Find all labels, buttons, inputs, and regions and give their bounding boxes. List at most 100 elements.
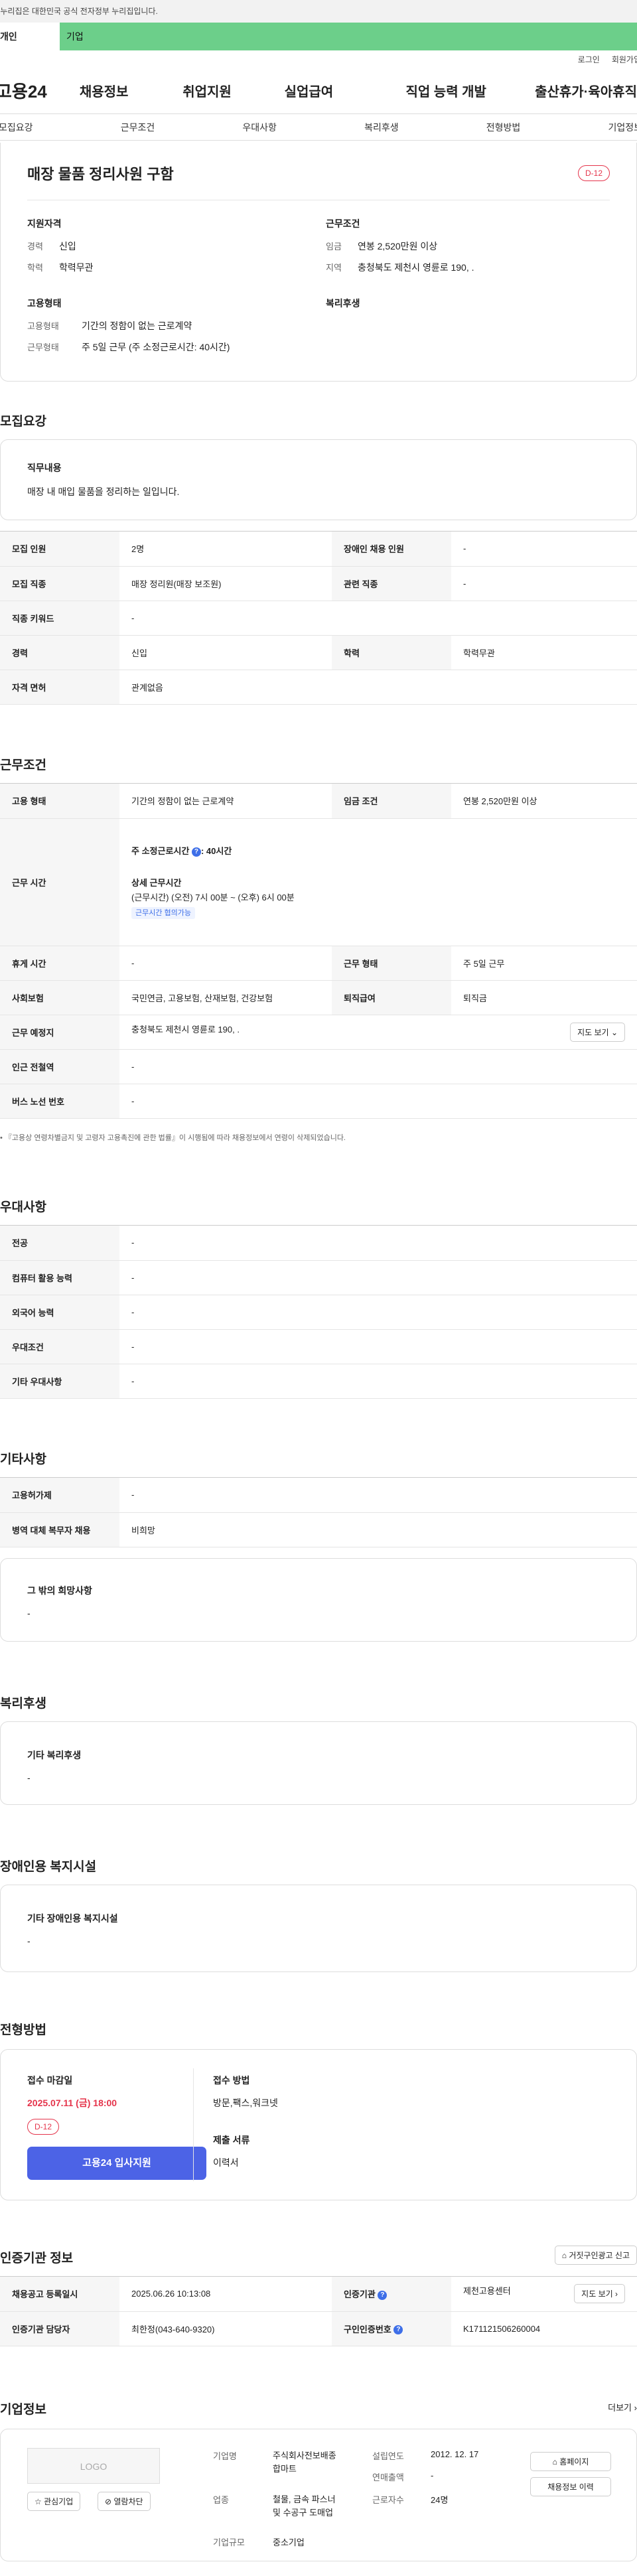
org-map-button[interactable]: 지도 보기 › xyxy=(574,2284,625,2304)
bullet-icon: • xyxy=(0,1134,5,1142)
cell-key: 채용공고 등록일시 xyxy=(0,2277,119,2312)
tab-company[interactable]: 기업 xyxy=(60,23,637,50)
founded-key: 설립연도 xyxy=(372,2451,404,2461)
chevron-down-icon: ⌄ xyxy=(610,1027,618,1037)
org-value: 제천고용센터 xyxy=(463,2286,511,2297)
cell-key: 휴게 시간 xyxy=(0,946,119,981)
org-cell: 제천고용센터 지도 보기 › xyxy=(451,2277,637,2312)
recruit-table: 모집 인원 2명 장애인 채용 인원 - 모집 직종 매장 정리원(매장 보조원) 관련 … xyxy=(0,531,637,705)
hours-cell: 주 소정근로시간 ?: 40시간 상세 근무시간 (근무시간) (오전) 7시 … xyxy=(119,818,637,946)
login-link[interactable]: 로그인 xyxy=(578,54,600,65)
gnb-parental-leave[interactable]: 출산휴가·육아휴직 xyxy=(535,81,637,100)
industry-value: 철물, 금속 파스너 및 수공구 도매업 xyxy=(273,2493,336,2520)
welfare-value: - xyxy=(27,1772,31,1783)
worktype-row: 근무형태 주 5일 근무 (주 소정근로시간: 40시간) xyxy=(27,340,306,354)
company-name-key: 기업명 xyxy=(213,2451,237,2461)
employment-label: 고용형태 xyxy=(27,298,62,309)
more-link-label: 더보기 xyxy=(608,2403,632,2413)
cell-value: - xyxy=(451,566,637,601)
signup-link[interactable]: 회원가입 xyxy=(612,54,637,65)
tab-personal[interactable]: 개인 xyxy=(0,23,60,50)
question-icon[interactable]: ? xyxy=(378,2290,388,2300)
question-icon[interactable]: ? xyxy=(191,847,201,857)
sales-key: 연매출액 xyxy=(372,2472,404,2482)
cell-value: 최한정(043-640-9320) xyxy=(119,2311,332,2346)
favorite-label: 관심기업 xyxy=(44,2497,74,2506)
report-button-label: 거짓구인광고 신고 xyxy=(569,2251,630,2260)
table-row: 우대조건 - xyxy=(0,1329,637,1364)
cell-value: - xyxy=(119,1364,637,1399)
cell-key: 모집 직종 xyxy=(0,566,119,601)
table-row: 인근 전철역 - xyxy=(0,1049,637,1084)
gnb-jobs[interactable]: 채용정보 xyxy=(80,81,182,100)
org-map-label: 지도 보기 xyxy=(581,2289,613,2299)
company-name-line2: 합마트 xyxy=(273,2464,297,2474)
company-logo-text: LOGO xyxy=(80,2461,107,2472)
top-tabs: 개인 기업 xyxy=(0,23,637,50)
subnav-recruit[interactable]: 모집요강 xyxy=(0,121,33,134)
subnav-welfare[interactable]: 복리후생 xyxy=(364,121,399,134)
company-name-value: 주식회사전보배종합마트 xyxy=(273,2449,336,2476)
map-button[interactable]: 지도 보기 ⌄ xyxy=(570,1022,625,1042)
disabled-heading: 장애인용 복지시설 xyxy=(0,1860,97,1874)
subnav-work[interactable]: 근무조건 xyxy=(121,121,155,134)
sales-value: - xyxy=(431,2470,434,2480)
subnav-pref[interactable]: 우대사항 xyxy=(242,121,277,134)
more-link[interactable]: 더보기 › xyxy=(608,2401,637,2413)
cell-key: 기타 우대사항 xyxy=(0,1364,119,1399)
report-button[interactable]: ⌂ 거짓구인광고 신고 xyxy=(554,2246,637,2265)
cell-key: 관련 직종 xyxy=(332,566,451,601)
cell-key: 근무 시간 xyxy=(0,818,119,946)
job-description-label: 직무내용 xyxy=(27,463,62,473)
company-card: LOGO ☆ 관심기업 ⊘ 열람차단 기업명 주식회사전보배종 합마트 업종 철물… xyxy=(0,2429,637,2561)
place-cell: 충청북도 제천시 영륜로 190, . 지도 보기 ⌄ xyxy=(119,1015,637,1050)
favorite-company-button[interactable]: ☆ 관심기업 xyxy=(27,2492,81,2511)
work-heading: 근무조건 xyxy=(0,758,46,772)
pref-table: 전공 - 컴퓨터 활용 능력 - 외국어 능력 - 우대조건 - 기타 우대사항 - xyxy=(0,1225,637,1399)
hours-negotiable-badge: 근무시간 협의가능 xyxy=(131,907,196,919)
map-button-label: 지도 보기 xyxy=(577,1027,609,1037)
empform-row: 고용형태 기간의 정함이 없는 근로계약 xyxy=(27,319,306,332)
question-icon[interactable]: ? xyxy=(393,2325,403,2335)
gnb-training[interactable]: 직업 능력 개발 xyxy=(405,81,535,100)
age-notice-text: 『고용상 연령차별금지 및 고령자 고용촉진에 관한 법률』이 시행됨에 따라 … xyxy=(4,1134,346,1142)
table-row: 모집 직종 매장 정리원(매장 보조원) 관련 직종 - xyxy=(0,566,637,601)
site-logo[interactable]: 고용24 xyxy=(0,78,80,103)
region-value: 충청북도 제천시 영륜로 190, . xyxy=(358,262,474,273)
gnb-employment-support[interactable]: 취업지원 xyxy=(182,81,284,100)
job-description-card: 직무내용 매장 내 매입 물품을 정리하는 일입니다. xyxy=(0,439,637,520)
qualification-block: 지원자격 경력 신입 학력 학력무관 xyxy=(27,217,293,282)
table-row: 직종 키워드 - xyxy=(0,601,637,636)
table-row: 인증기관 담당자 최한정(043-640-9320) 구인인증번호 ? K171121… xyxy=(0,2311,637,2346)
subnav-selection[interactable]: 전형방법 xyxy=(486,121,521,134)
chevron-right-icon: › xyxy=(615,2289,618,2299)
certno-key: 구인인증번호 xyxy=(344,2324,391,2334)
homepage-button[interactable]: ⌂ 홈페이지 xyxy=(530,2452,611,2471)
global-nav: 고용24 채용정보 취업지원 실업급여 직업 능력 개발 출산휴가·육아휴직 xyxy=(0,68,637,114)
career-value: 신입 xyxy=(59,241,76,251)
cell-value: 비희망 xyxy=(119,1512,637,1547)
cell-value: 학력무관 xyxy=(451,635,637,670)
founded-value: 2012. 12. 17 xyxy=(431,2449,479,2459)
cell-key: 우대조건 xyxy=(0,1329,119,1364)
subnav-company[interactable]: 기업정보 xyxy=(608,121,637,134)
company-name-line1: 주식회사전보배종 xyxy=(273,2451,336,2461)
gnb-unemployment-benefit[interactable]: 실업급여 xyxy=(285,81,406,100)
cell-key: 사회보험 xyxy=(0,980,119,1015)
apply-button[interactable]: 고용24 입사지원 xyxy=(27,2147,206,2180)
block-view-button[interactable]: ⊘ 열람차단 xyxy=(98,2492,151,2511)
table-row: 병역 대체 복무자 채용 비희망 xyxy=(0,1512,637,1547)
cert-heading: 인증기관 정보 xyxy=(0,2252,74,2265)
org-key-cell: 인증기관 ? xyxy=(332,2277,451,2312)
welfare-heading: 복리후생 xyxy=(0,1697,46,1711)
worktype-value: 주 5일 근무 (주 소정근로시간: 40시간) xyxy=(82,342,230,352)
chevron-right-icon: › xyxy=(634,2403,637,2413)
cell-key: 퇴직급여 xyxy=(332,980,451,1015)
cell-key: 경력 xyxy=(0,635,119,670)
table-row: 기타 우대사항 - xyxy=(0,1364,637,1399)
selection-heading: 전형방법 xyxy=(0,2023,46,2037)
job-history-button[interactable]: 채용정보 이력 xyxy=(530,2477,611,2496)
age-notice: • 『고용상 연령차별금지 및 고령자 고용촉진에 관한 법률』이 시행됨에 따… xyxy=(0,1132,346,1143)
welfare-card: 기타 복리후생 - xyxy=(0,1721,637,1805)
region-row: 지역 충청북도 제천시 영륜로 190, . xyxy=(326,261,604,274)
